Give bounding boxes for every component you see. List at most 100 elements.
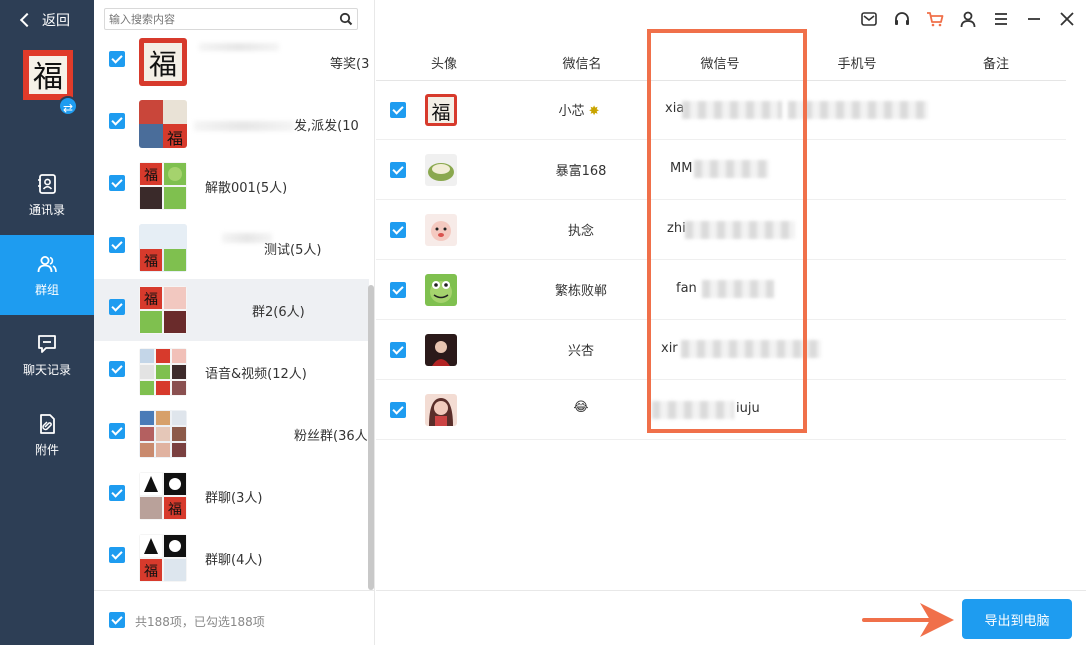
export-to-computer-button[interactable]: 导出到电脑 [962,599,1072,639]
group-name: 粉丝群(36人) [294,429,373,444]
mail-icon[interactable] [860,10,878,28]
nav-chat-history-label: 聊天记录 [22,362,71,377]
svg-text:福: 福 [149,48,177,81]
window-toolbar [860,10,1076,28]
nav-attachments-label: 附件 [34,442,59,457]
nav-contacts[interactable]: 通讯录 [0,155,94,235]
group-avatar [139,410,187,458]
svg-text:福: 福 [167,129,183,148]
group-name: 发,派发(10 [294,119,359,134]
search-input[interactable] [105,9,335,29]
svg-text:福: 福 [144,254,158,270]
checkbox[interactable] [390,402,406,418]
group-name: 语音&视频(12人) [205,367,307,382]
nav-contacts-label: 通讯录 [28,202,65,217]
group-avatar: 福 [139,162,187,210]
list-item[interactable]: 福 等奖(3 [94,34,369,93]
member-avatar [425,394,457,426]
chat-icon [38,334,56,353]
group-name: 解散001(5人) [205,181,288,196]
member-nickname: 繁栋败郸 [554,284,608,299]
member-avatar [425,214,457,246]
group-avatar: 福 [139,286,187,334]
member-nickname: 兴杏 [567,344,595,359]
svg-text:福: 福 [431,102,450,124]
list-item[interactable]: 福 测试(5人) [94,217,369,279]
select-all-checkbox[interactable] [109,612,125,628]
list-item[interactable]: 粉丝群(36人) [94,403,373,465]
account-avatar[interactable]: 福 [23,50,73,100]
group-avatar [139,348,187,396]
group-name: 群2(6人) [252,305,305,320]
support-headset-icon[interactable] [893,10,911,28]
header-remark: 备注 [982,57,1010,72]
nav-chat-history[interactable]: 聊天记录 [0,315,94,395]
nav-groups[interactable]: 群组 [0,235,94,315]
svg-text:福: 福 [144,168,158,184]
app-window: 返回 福 ⇄ 通讯录 群组 聊天记录 附件 输入搜索内容 福 等奖(3 福 发,… [0,0,1086,645]
checkbox[interactable] [390,342,406,358]
checkbox[interactable] [109,113,125,129]
member-nickname: 😂 [573,400,589,415]
selection-summary: 共188项，已勾选188项 [135,615,265,629]
group-avatar: 福 [139,534,187,582]
group-name: 群聊(3人) [205,491,263,506]
checkbox[interactable] [109,175,125,191]
list-item[interactable]: 福 群2(6人) [94,279,369,341]
cart-icon[interactable] [926,10,944,28]
chevron-left-icon [19,12,35,28]
header-avatar: 头像 [430,57,458,72]
close-icon[interactable] [1058,10,1076,28]
checkbox[interactable] [109,237,125,253]
member-avatar [425,274,457,306]
checkbox[interactable] [109,51,125,67]
group-name: 群聊(4人) [205,553,263,568]
menu-icon[interactable] [992,10,1010,28]
svg-text:福: 福 [144,564,158,580]
back-button[interactable]: 返回 [19,10,70,30]
list-item[interactable]: 福 解散001(5人) [94,155,369,217]
left-nav: 返回 福 ⇄ 通讯录 群组 聊天记录 附件 [0,0,94,645]
list-item[interactable]: 福 群聊(3人) [94,465,369,527]
checkbox[interactable] [390,102,406,118]
group-avatar: 福 [139,100,187,148]
group-avatar: 福 [139,224,187,272]
member-avatar: 福 [425,94,457,126]
highlight-box [647,29,807,433]
member-avatar [425,154,457,186]
checkbox[interactable] [390,162,406,178]
search-box[interactable] [104,8,358,30]
back-label: 返回 [42,13,70,29]
scrollbar[interactable] [368,285,374,590]
group-name: 测试(5人) [264,243,322,258]
svg-text:福: 福 [168,502,182,518]
svg-text:福: 福 [144,292,158,308]
member-nickname: 执念 [567,224,595,239]
svg-text:福: 福 [33,60,63,95]
group-avatar: 福 [139,472,187,520]
arrow-right-icon [862,603,954,637]
group-list-panel: 福 等奖(3 福 发,派发(10 [94,0,375,645]
nav-groups-label: 群组 [34,282,59,297]
checkbox[interactable] [109,547,125,563]
header-nickname: 微信名 [562,57,602,72]
checkbox[interactable] [109,361,125,377]
group-list[interactable]: 福 等奖(3 福 发,派发(10 福 解散001(5人) 福 测试(5人) 福 … [94,34,374,590]
checkbox[interactable] [109,485,125,501]
member-avatar [425,334,457,366]
checkbox[interactable] [390,282,406,298]
checkbox[interactable] [390,222,406,238]
list-item[interactable]: 福 群聊(4人) [94,527,369,589]
header-phone: 手机号 [837,57,877,72]
contacts-icon [38,173,56,194]
list-item[interactable]: 福 发,派发(10 [94,93,369,155]
switch-account-icon[interactable]: ⇄ [58,96,78,116]
checkbox[interactable] [109,423,125,439]
selection-footer: 共188项，已勾选188项 [94,590,374,645]
minimize-icon[interactable] [1025,10,1043,28]
search-icon[interactable] [339,12,353,26]
list-item[interactable]: 语音&视频(12人) [94,341,369,403]
user-icon[interactable] [959,10,977,28]
nav-attachments[interactable]: 附件 [0,395,94,475]
checkbox[interactable] [109,299,125,315]
